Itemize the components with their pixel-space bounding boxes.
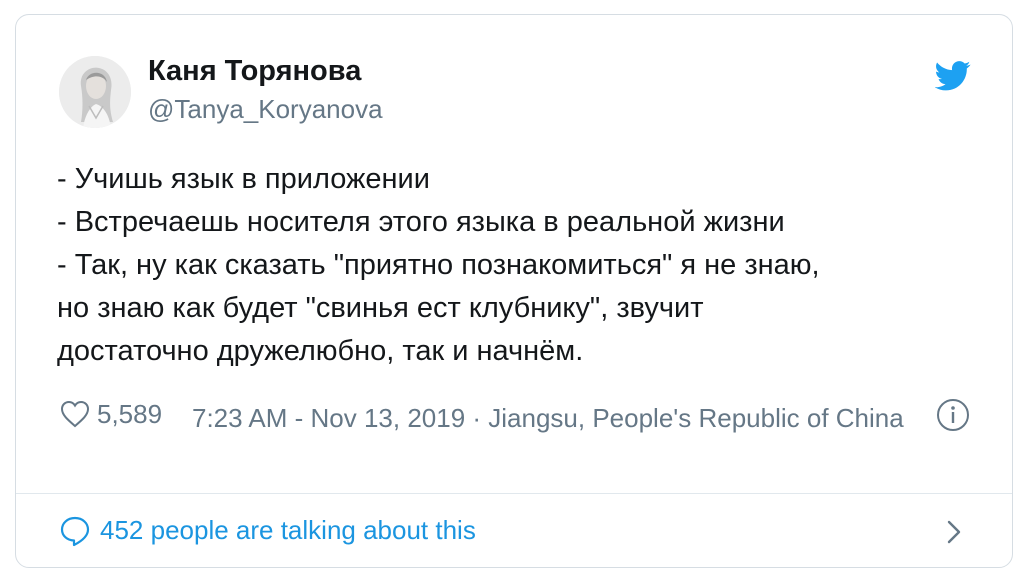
tweet-card: Каня Торянова @Tanya_Koryanova - Учишь я… [15,14,1013,568]
conversation-link[interactable]: 452 people are talking about this [57,511,977,553]
speech-bubble-icon [60,516,90,547]
talking-count-link[interactable]: 452 people are talking about this [100,515,476,546]
tweet-text: - Учишь язык в приложении - Встречаешь н… [57,158,957,373]
avatar-photo [59,56,131,128]
tweet-line: но знаю как будет "свинья ест клубнику",… [57,292,704,324]
tweet-meta: 5,589 7:23 AM - Nov 13, 2019 · Jiangsu, … [57,395,997,487]
chevron-right-icon[interactable] [944,517,964,547]
user-handle[interactable]: @Tanya_Koryanova [148,94,383,125]
twitter-bird-icon[interactable] [935,60,971,92]
avatar[interactable] [59,56,131,128]
info-icon[interactable] [936,398,970,432]
like-count[interactable]: 5,589 [97,399,162,430]
heart-icon[interactable] [60,400,90,428]
tweet-line: достаточно дружелюбно, так и начнём. [57,335,584,367]
tweet-line: - Встречаешь носителя этого языка в реал… [57,206,785,238]
display-name[interactable]: Каня Торянова [148,55,361,88]
tweet-line: - Так, ну как сказать "приятно познакоми… [57,249,820,281]
timestamp-location[interactable]: 7:23 AM - Nov 13, 2019 · Jiangsu, People… [192,399,912,438]
tweet-line: - Учишь язык в приложении [57,163,430,195]
divider [16,493,1012,494]
